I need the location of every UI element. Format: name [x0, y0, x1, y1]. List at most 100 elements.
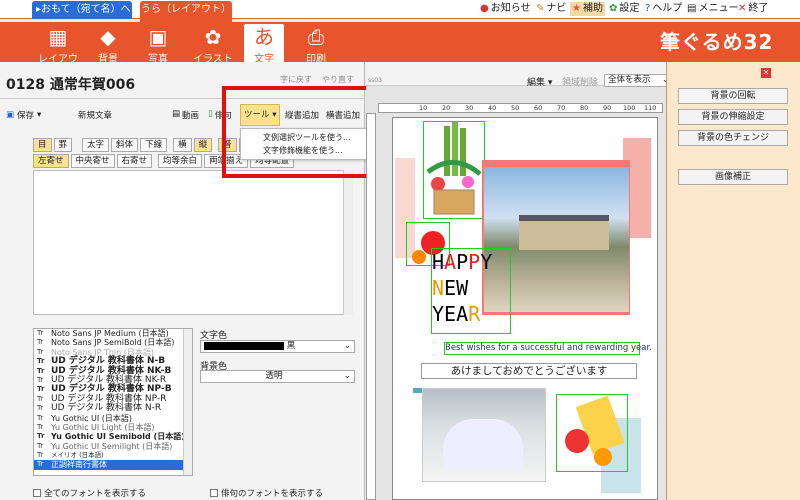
text-input-area[interactable] — [33, 170, 353, 315]
star-icon: ★ — [572, 3, 581, 14]
font-item[interactable]: Tr Noto Sans JP Medium (日本語) — [34, 329, 192, 338]
font-icon: Tr — [37, 404, 44, 413]
redo-button[interactable]: やり直す — [322, 74, 354, 85]
align-left-button[interactable]: 左寄せ — [33, 154, 69, 168]
fmt-btn[interactable]: 罫 — [53, 138, 73, 152]
view-select[interactable]: 全体を表示⌄ — [604, 74, 672, 87]
illustration-icon: ✿ — [204, 25, 222, 49]
tool-background[interactable]: ◆ 背景 — [88, 24, 128, 65]
happy-new-year-text[interactable]: HAPPY NEW YEAR — [431, 248, 511, 334]
tab-front-address[interactable]: ▸おもて（宛て名）へ切替 — [32, 1, 132, 33]
menu-settings[interactable]: ✿ 設定 — [609, 2, 639, 16]
page-title: 0128 通常年賀006 — [6, 77, 136, 93]
close-icon[interactable]: ✕ — [761, 68, 771, 78]
ruler-tick: 60 — [534, 104, 543, 112]
shishi-illustration[interactable] — [556, 394, 628, 472]
menu-icon: ▤ — [687, 3, 697, 14]
undo-button[interactable]: 字に戻す — [280, 74, 312, 85]
image-correction-button[interactable]: 画像補正 — [678, 169, 788, 185]
font-icon: Tr — [37, 441, 44, 450]
pencil-icon: ✎ — [536, 3, 545, 14]
bg-color-select[interactable]: 透明 ⌄ — [200, 370, 355, 383]
menu-exit[interactable]: ✕ 終了 — [738, 2, 768, 16]
help-icon: ? — [645, 3, 651, 14]
ruler-tick: 10 — [419, 104, 428, 112]
vertical-button[interactable]: 縦 — [193, 138, 213, 152]
font-item[interactable]: Tr Yu Gothic UI Semilight (日本語) — [34, 442, 192, 451]
tool-layout[interactable]: ▦レイアウト — [38, 24, 78, 80]
ruler-tick: 50 — [511, 104, 520, 112]
font-list[interactable]: Tr Noto Sans JP Medium (日本語) Tr Noto Sans … — [33, 328, 193, 476]
area-delete-button[interactable]: 領域削除 — [562, 75, 598, 88]
tool-photo[interactable]: ▣ 写真 — [138, 24, 178, 65]
film-icon: ▤ — [172, 109, 181, 119]
horizontal-button[interactable]: 横 — [173, 138, 192, 152]
bg-rotate-button[interactable]: 背景の回転 — [678, 88, 788, 104]
background-icon: ◆ — [100, 25, 116, 49]
photo-group[interactable] — [422, 388, 546, 482]
tool-print[interactable]: ⎙ 印刷 — [296, 24, 336, 65]
bg-color-change-button[interactable]: 背景の色チェンジ — [678, 130, 788, 146]
kadomatsu-illustration[interactable] — [423, 121, 485, 219]
align-right-button[interactable]: 右寄せ — [116, 154, 153, 168]
font-icon: Tr — [37, 422, 44, 431]
fmt-btn[interactable]: 目 — [33, 138, 52, 152]
menu-help[interactable]: ? ヘルプ — [645, 2, 682, 16]
bg-stretch-button[interactable]: 背景の伸縮設定 — [678, 109, 788, 125]
even-space-button[interactable]: 均等余白 — [158, 154, 203, 168]
font-item[interactable]: Tr Noto Sans JP SemiBold (日本語) — [34, 338, 192, 347]
font-item[interactable]: Tr Yu Gothic UI (日本語) — [34, 414, 192, 423]
print-icon: ⎙ — [308, 25, 324, 49]
ruler-tick: 20 — [442, 104, 451, 112]
font-icon: Tr — [37, 394, 44, 403]
font-icon: Tr — [37, 375, 44, 384]
right-panel — [666, 62, 800, 500]
font-item[interactable]: Tr Yu Gothic UI Semibold (日本語) — [34, 432, 192, 441]
underline-button[interactable]: 下線 — [140, 138, 168, 152]
animation-button[interactable]: ▤ 動画 — [172, 109, 199, 121]
font-icon: Tr — [37, 366, 45, 375]
ruler-tick: 90 — [603, 104, 612, 112]
tool-text[interactable]: あ文字 — [244, 24, 284, 65]
brand-logo: 筆ぐるめ32 — [660, 30, 774, 54]
menu-news[interactable]: ● お知らせ — [480, 2, 531, 16]
menu-assist[interactable]: ★ 補助 — [570, 2, 605, 16]
new-text-button[interactable]: 新規文章 — [78, 109, 112, 121]
tab-back-layout[interactable]: うら（レイアウト） — [140, 1, 232, 23]
layout-icon: ▦ — [48, 25, 68, 49]
save-icon: ▣ — [6, 110, 15, 120]
tool-illustration[interactable]: ✿ イラスト — [193, 24, 233, 65]
font-item[interactable]: Tr UD デジタル 教科書体 N-R — [34, 403, 192, 413]
japanese-message[interactable]: あけましておめでとうございます — [421, 363, 637, 379]
menu-navi[interactable]: ✎ ナビ — [536, 2, 566, 16]
chevron-down-icon: ⌄ — [343, 371, 351, 381]
editor-label: ss03 — [368, 77, 382, 84]
text-color-select[interactable]: 黒 ⌄ — [200, 340, 355, 353]
font-item[interactable]: Tr Yu Gothic UI Light (日本語) — [34, 423, 192, 432]
vertical-ruler — [366, 113, 376, 500]
font-icon: Tr — [37, 385, 45, 394]
edit-menu[interactable]: 編集 ▾ — [527, 75, 552, 88]
italic-button[interactable]: 斜体 — [111, 138, 139, 152]
kadomatsu-icon — [426, 122, 482, 215]
show-all-fonts-checkbox[interactable]: 全てのフォントを表示する — [33, 487, 146, 499]
font-item-selected[interactable]: Tr 正調祥南行書体 — [34, 460, 192, 470]
haiku-icon: ▯ — [208, 109, 213, 119]
show-haiku-fonts-checkbox[interactable]: 俳句のフォントを表示する — [210, 487, 323, 499]
font-icon: Tr — [37, 432, 45, 441]
chevron-down-icon: ⌄ — [343, 341, 351, 351]
ruler-tick: 40 — [488, 104, 497, 112]
highlight-box — [222, 86, 380, 178]
font-list-scrollbar[interactable] — [183, 329, 192, 475]
font-icon: Tr — [37, 347, 44, 356]
menu-menu[interactable]: ▤ メニュー — [687, 2, 738, 16]
checkbox-icon — [210, 489, 218, 497]
ruler-tick: 30 — [465, 104, 474, 112]
font-icon: Tr — [37, 329, 44, 337]
bold-button[interactable]: 太字 — [82, 138, 110, 152]
align-center-button[interactable]: 中央寄せ — [70, 154, 115, 168]
english-message[interactable]: Best wishes for a successful and rewardi… — [444, 342, 652, 355]
text-scrollbar[interactable] — [343, 170, 353, 315]
save-button[interactable]: ▣ 保存 ▾ — [6, 109, 41, 121]
font-icon: Tr — [37, 460, 44, 469]
